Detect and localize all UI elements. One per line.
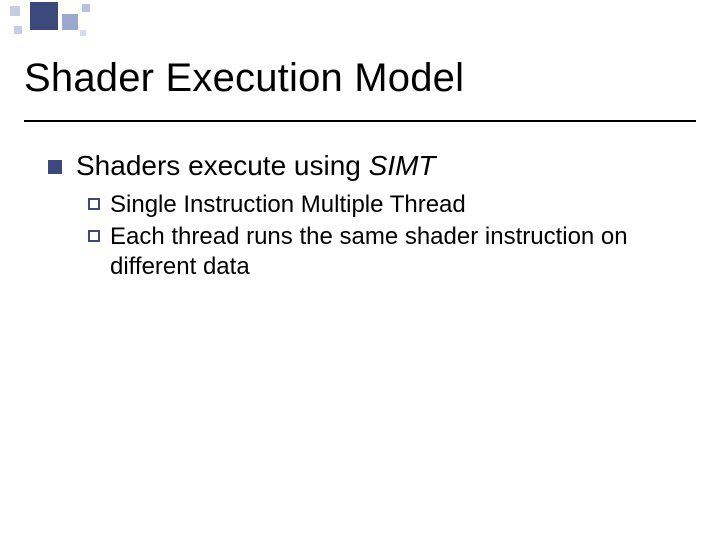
bullet-level2-text: Single Instruction Multiple Thread (110, 190, 466, 220)
slide: Shader Execution Model Shaders execute u… (0, 0, 720, 540)
open-square-bullet-icon (88, 230, 100, 242)
slide-title: Shader Execution Model (24, 56, 464, 101)
slide-body: Shaders execute using SIMT Single Instru… (48, 150, 680, 284)
bullet-level1-text: Shaders execute using SIMT (76, 150, 436, 182)
bullet-level2-group: Single Instruction Multiple Thread Each … (88, 190, 680, 282)
title-underline (24, 120, 696, 122)
square-bullet-icon (48, 160, 62, 174)
bullet-level2-text: Each thread runs the same shader instruc… (110, 222, 680, 282)
corner-decoration (0, 0, 140, 44)
open-square-bullet-icon (88, 198, 100, 210)
bullet-level2: Single Instruction Multiple Thread (88, 190, 680, 220)
bullet-level1-emph: SIMT (369, 150, 436, 181)
bullet-level1: Shaders execute using SIMT (48, 150, 680, 182)
bullet-level2: Each thread runs the same shader instruc… (88, 222, 680, 282)
bullet-level1-prefix: Shaders execute using (76, 150, 369, 181)
